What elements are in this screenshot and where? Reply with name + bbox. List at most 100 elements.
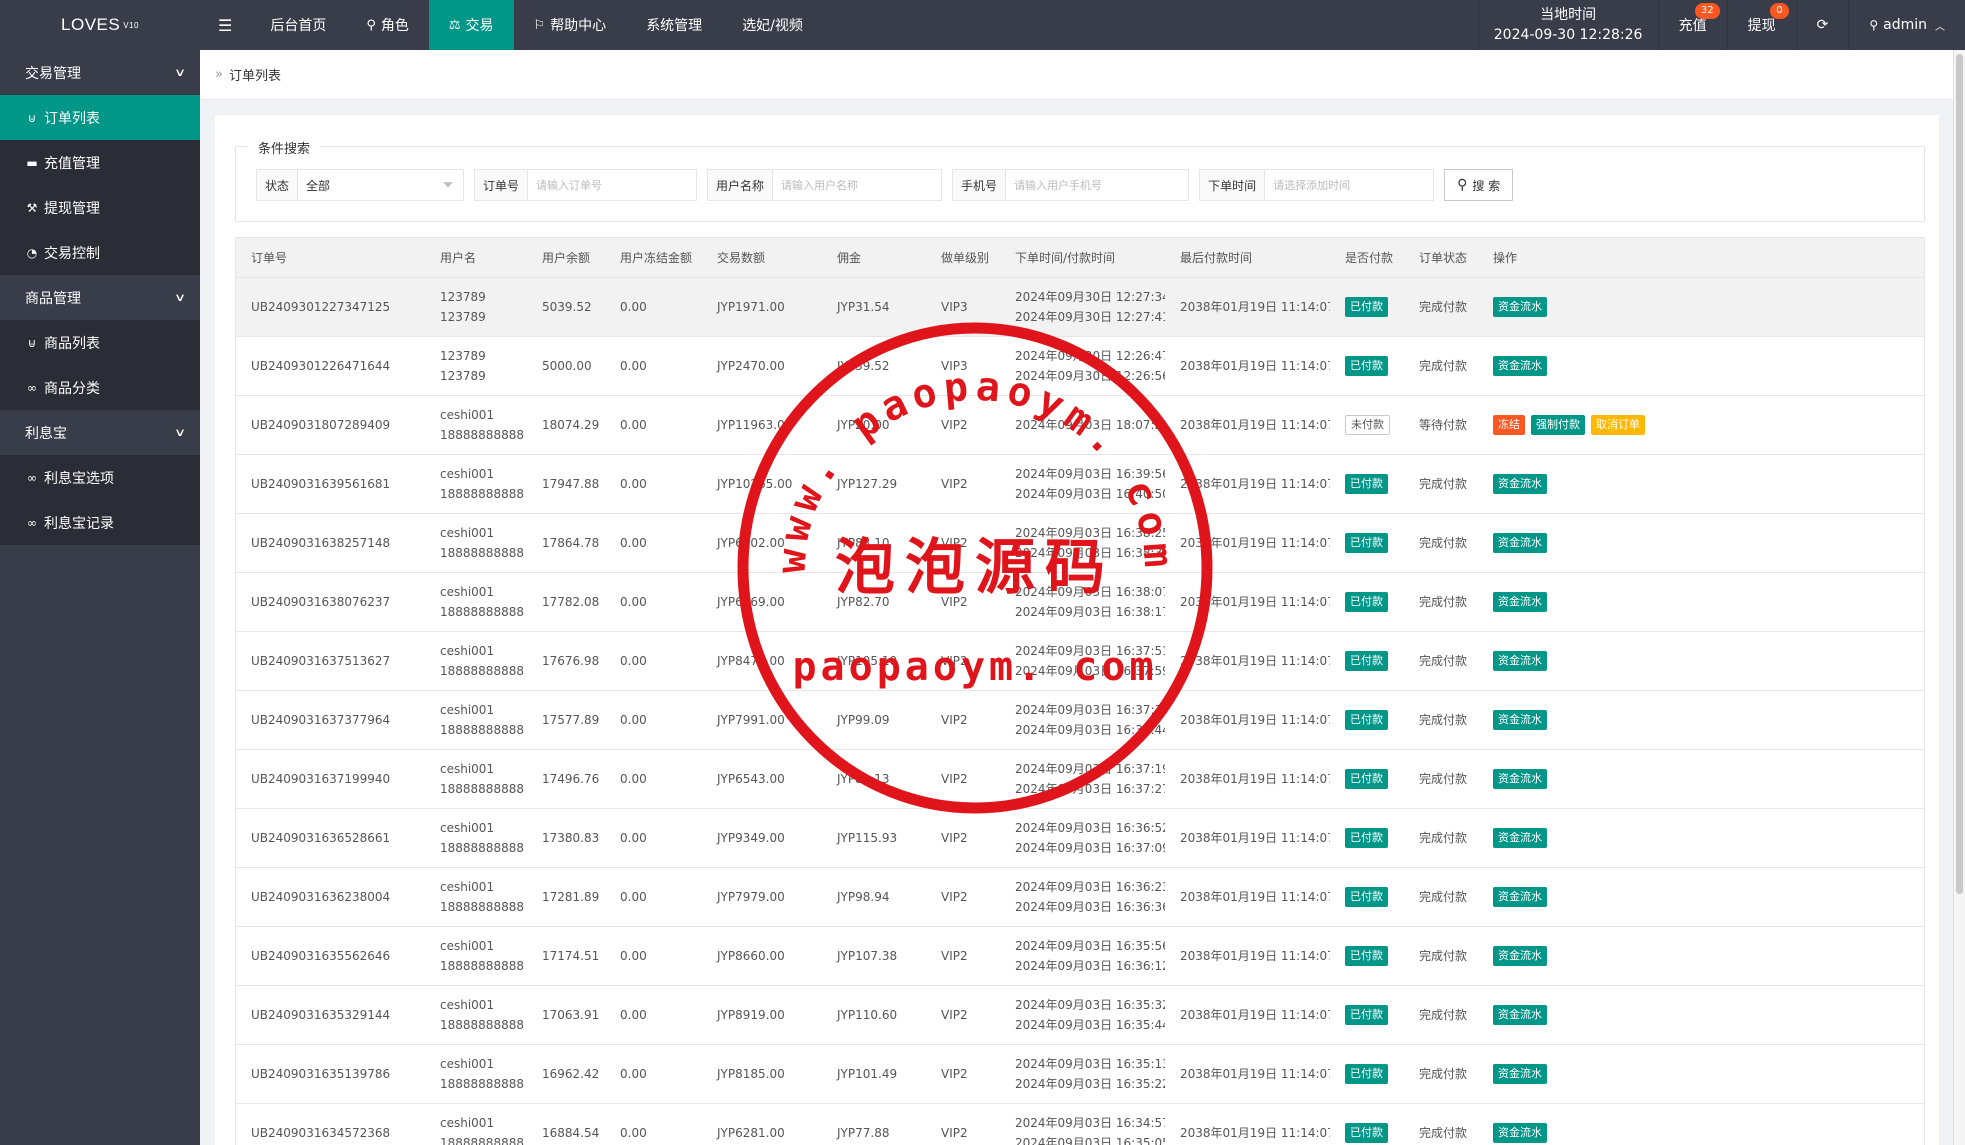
paid-cell: 已付款 [1330, 985, 1404, 1044]
sidebar-item-recharge[interactable]: ▬ 充值管理 [0, 140, 200, 185]
order-id-cell: UB2409031634572368 [251, 1125, 391, 1140]
order-input[interactable] [528, 170, 697, 200]
force-pay-button[interactable]: 强制付款 [1531, 414, 1585, 435]
username: ceshi001 [440, 879, 495, 894]
fund-flow-button[interactable]: 资金流水 [1493, 532, 1547, 553]
sidebar-item-goods-list[interactable]: ⊍ 商品列表 [0, 320, 200, 365]
commission-cell: JYP101.49 [837, 1066, 898, 1081]
last-pay-time-cell: 2038年01月19日 11:14:07 [1180, 477, 1330, 491]
fund-flow-button[interactable]: 资金流水 [1493, 1063, 1547, 1084]
fund-flow-button[interactable]: 资金流水 [1493, 591, 1547, 612]
paid-status-badge: 已付款 [1345, 768, 1388, 789]
user-cell: ceshi001 18888888888 [425, 926, 527, 985]
fund-flow-button[interactable]: 资金流水 [1493, 473, 1547, 494]
frozen-cell: 0.00 [620, 594, 647, 609]
fund-flow-button[interactable]: 资金流水 [1493, 827, 1547, 848]
recharge-button[interactable]: 充值 32 [1657, 0, 1727, 50]
order-status-cell: 完成付款 [1419, 654, 1468, 668]
user-cell: ceshi001 18888888888 [425, 572, 527, 631]
order-time: 2024年09月03日 16:38:07 [1015, 584, 1165, 599]
commission-cell: JYP105.10 [837, 653, 898, 668]
sidebar-item-goods-category[interactable]: ∞ 商品分类 [0, 365, 200, 410]
balance-cell: 17174.51 [542, 948, 600, 963]
nav-help[interactable]: ⚐ 帮助中心 [514, 0, 627, 50]
paid-status-badge: 已付款 [1345, 709, 1388, 730]
refresh-button[interactable]: ⟳ [1795, 0, 1849, 50]
status-select[interactable]: 全部 [298, 170, 463, 200]
cancel-order-button[interactable]: 取消订单 [1591, 414, 1645, 435]
sidebar-item-interest-options[interactable]: ∞ 利息宝选项 [0, 455, 200, 500]
actions-cell: 资金流水 [1478, 926, 1924, 985]
balance-cell: 5000.00 [542, 358, 592, 373]
pay-time: 2024年09月03日 16:36:36 [1015, 899, 1165, 914]
username-field: 用户名称 [707, 169, 943, 201]
menu-toggle-button[interactable]: ☰ [200, 0, 250, 50]
chevron-up-icon: ︿ [1935, 21, 1945, 33]
order-time: 2024年09月03日 16:36:52 [1015, 820, 1165, 835]
order-id-cell: UB2409031638257148 [251, 535, 391, 550]
pay-time: 2024年09月03日 16:37:27 [1015, 781, 1165, 796]
pay-time: 2024年09月03日 16:36:12 [1015, 958, 1165, 973]
amount-cell: JYP1971.00 [717, 299, 785, 314]
app-logo[interactable]: LOVES V10 [0, 0, 200, 50]
search-row: 状态 全部 订单号 用户名称 手机号 下单时间 [256, 169, 1514, 201]
fund-flow-button[interactable]: 资金流水 [1493, 945, 1547, 966]
level-cell: VIP2 [941, 889, 968, 904]
admin-menu[interactable]: ⚲ admin ︿ [1848, 0, 1965, 50]
nav-role[interactable]: ⚲ 角色 [346, 0, 429, 50]
balance-cell: 5039.52 [542, 299, 592, 314]
user-phone: 18888888888 [440, 1135, 524, 1145]
sidebar-item-trade-control[interactable]: ◔ 交易控制 [0, 230, 200, 275]
page-scrollbar[interactable] [1953, 50, 1965, 1145]
order-status-cell: 完成付款 [1419, 1008, 1468, 1022]
paid-cell: 未付款 [1330, 395, 1404, 454]
sidebar-submenu-interest: ∞ 利息宝选项 ∞ 利息宝记录 [0, 455, 200, 545]
commission-cell: JYP110.60 [837, 1007, 898, 1022]
local-time: 当地时间 2024-09-30 12:28:26 [1477, 0, 1658, 50]
sidebar-group-trade[interactable]: 交易管理 ∨ [0, 50, 200, 95]
sidebar-item-withdraw[interactable]: ⚒ 提现管理 [0, 185, 200, 230]
frozen-cell: 0.00 [620, 535, 647, 550]
order-label: 订单号 [475, 170, 529, 200]
user-cell: ceshi001 18888888888 [425, 867, 527, 926]
username: ceshi001 [440, 761, 495, 776]
nav-home[interactable]: 后台首页 [250, 0, 346, 50]
frozen-cell: 0.00 [620, 653, 647, 668]
search-button[interactable]: ⚲ 搜 索 [1444, 169, 1514, 201]
amount-cell: JYP8660.00 [717, 948, 785, 963]
fund-flow-button[interactable]: 资金流水 [1493, 1004, 1547, 1025]
sidebar-item-interest-records[interactable]: ∞ 利息宝记录 [0, 500, 200, 545]
fund-flow-button[interactable]: 资金流水 [1493, 650, 1547, 671]
sidebar-group-interest[interactable]: 利息宝 ∨ [0, 410, 200, 455]
search-icon: ⚲ [1457, 177, 1468, 193]
amount-cell: JYP7991.00 [717, 712, 785, 727]
username-input[interactable] [773, 170, 942, 200]
fund-flow-button[interactable]: 资金流水 [1493, 709, 1547, 730]
user-cell: ceshi001 18888888888 [425, 454, 527, 513]
pay-time: 2024年09月03日 16:38:33 [1015, 545, 1165, 560]
fund-flow-button[interactable]: 资金流水 [1493, 296, 1547, 317]
paid-cell: 已付款 [1330, 631, 1404, 690]
breadcrumb-current[interactable]: 订单列表 [229, 65, 281, 84]
time-input[interactable] [1265, 170, 1434, 200]
paid-cell: 已付款 [1330, 454, 1404, 513]
nav-trade[interactable]: ⚖ 交易 [428, 0, 514, 50]
fund-flow-button[interactable]: 资金流水 [1493, 768, 1547, 789]
phone-input[interactable] [1006, 170, 1189, 200]
level-cell: VIP3 [941, 299, 968, 314]
scrollbar-thumb[interactable] [1956, 54, 1963, 894]
order-id-cell: UB2409031637377964 [251, 712, 391, 727]
nav-video[interactable]: 选妃/视频 [722, 0, 823, 50]
withdraw-button[interactable]: 提现 0 [1726, 0, 1796, 50]
phone-field: 手机号 [952, 169, 1190, 201]
nav-system[interactable]: 系统管理 [626, 0, 722, 50]
order-time: 2024年09月03日 16:37:37 [1015, 702, 1165, 717]
sidebar-item-order-list[interactable]: ⊍ 订单列表 [0, 95, 200, 140]
fund-flow-button[interactable]: 资金流水 [1493, 1122, 1547, 1143]
commission-cell: JYP39.52 [837, 358, 890, 373]
column-header: 操作 [1478, 238, 1924, 278]
fund-flow-button[interactable]: 资金流水 [1493, 355, 1547, 376]
freeze-button[interactable]: 冻结 [1493, 414, 1525, 435]
fund-flow-button[interactable]: 资金流水 [1493, 886, 1547, 907]
sidebar-group-goods[interactable]: 商品管理 ∨ [0, 275, 200, 320]
